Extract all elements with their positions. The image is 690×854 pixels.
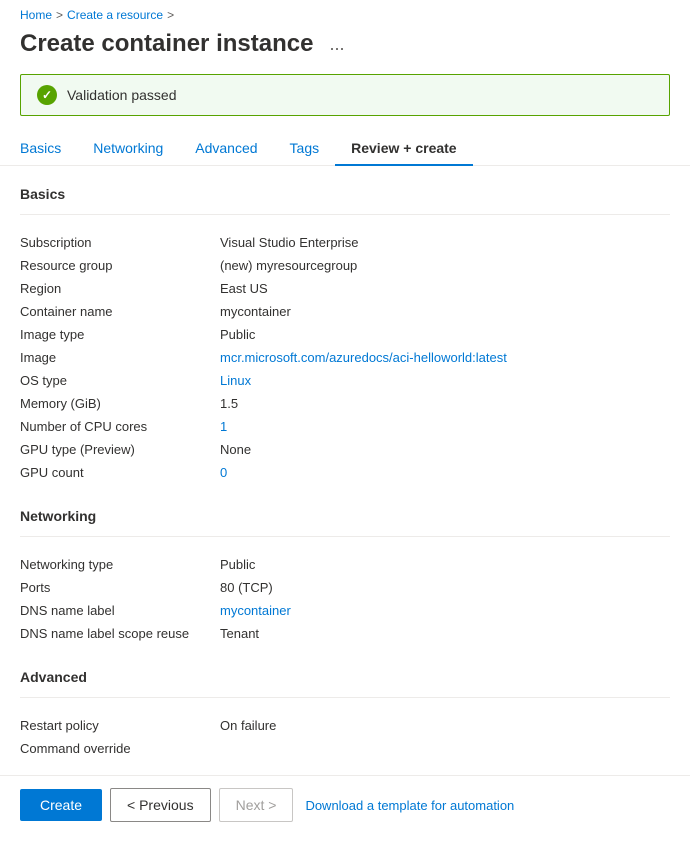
validation-text: Validation passed xyxy=(67,87,176,103)
field-gpu-count: GPU count 0 xyxy=(20,461,670,484)
field-image-label: Image xyxy=(20,350,220,365)
field-memory-label: Memory (GiB) xyxy=(20,396,220,411)
automation-link[interactable]: Download a template for automation xyxy=(305,798,514,813)
field-gpu-type-label: GPU type (Preview) xyxy=(20,442,220,457)
validation-icon xyxy=(37,85,57,105)
field-image-value[interactable]: mcr.microsoft.com/azuredocs/aci-hellowor… xyxy=(220,350,670,365)
page-title: Create container instance xyxy=(20,30,313,58)
field-subscription-value: Visual Studio Enterprise xyxy=(220,235,670,250)
field-dns-name-label-label: DNS name label xyxy=(20,603,220,618)
field-memory: Memory (GiB) 1.5 xyxy=(20,392,670,415)
field-region: Region East US xyxy=(20,277,670,300)
breadcrumb-separator-1: > xyxy=(56,8,63,22)
field-dns-name-label-value[interactable]: mycontainer xyxy=(220,603,670,618)
field-restart-policy-value: On failure xyxy=(220,718,670,733)
ellipsis-button[interactable]: ... xyxy=(323,32,350,57)
field-memory-value: 1.5 xyxy=(220,396,670,411)
field-subscription-label: Subscription xyxy=(20,235,220,250)
field-gpu-type: GPU type (Preview) None xyxy=(20,438,670,461)
field-region-value: East US xyxy=(220,281,670,296)
tab-advanced[interactable]: Advanced xyxy=(179,132,273,166)
field-os-type-label: OS type xyxy=(20,373,220,388)
field-region-label: Region xyxy=(20,281,220,296)
field-resource-group: Resource group (new) myresourcegroup xyxy=(20,254,670,277)
breadcrumb-create-resource[interactable]: Create a resource xyxy=(67,8,163,22)
field-container-name-label: Container name xyxy=(20,304,220,319)
breadcrumb: Home > Create a resource > xyxy=(0,0,690,26)
field-command-override: Command override xyxy=(20,737,670,760)
field-gpu-type-value: None xyxy=(220,442,670,457)
breadcrumb-separator-2: > xyxy=(167,8,174,22)
section-advanced-title: Advanced xyxy=(20,669,670,685)
section-basics-title: Basics xyxy=(20,186,670,202)
field-command-override-label: Command override xyxy=(20,741,220,756)
field-command-override-value xyxy=(220,741,670,756)
field-networking-type-value: Public xyxy=(220,557,670,572)
field-container-name-value: mycontainer xyxy=(220,304,670,319)
field-cpu-cores-value[interactable]: 1 xyxy=(220,419,670,434)
field-gpu-count-label: GPU count xyxy=(20,465,220,480)
field-os-type-value[interactable]: Linux xyxy=(220,373,670,388)
field-gpu-count-value[interactable]: 0 xyxy=(220,465,670,480)
field-resource-group-label: Resource group xyxy=(20,258,220,273)
field-subscription: Subscription Visual Studio Enterprise xyxy=(20,231,670,254)
create-button[interactable]: Create xyxy=(20,789,102,821)
footer: Create < Previous Next > Download a temp… xyxy=(0,775,690,834)
field-resource-group-value: (new) myresourcegroup xyxy=(220,258,670,273)
tab-basics[interactable]: Basics xyxy=(20,132,77,166)
breadcrumb-home[interactable]: Home xyxy=(20,8,52,22)
tab-networking[interactable]: Networking xyxy=(77,132,179,166)
field-image-type-label: Image type xyxy=(20,327,220,342)
tab-review-create[interactable]: Review + create xyxy=(335,132,472,166)
tabs-nav: Basics Networking Advanced Tags Review +… xyxy=(0,132,690,166)
field-image-type-value: Public xyxy=(220,327,670,342)
section-basics: Basics Subscription Visual Studio Enterp… xyxy=(20,186,670,484)
field-image-type: Image type Public xyxy=(20,323,670,346)
field-networking-type-label: Networking type xyxy=(20,557,220,572)
field-ports-value: 80 (TCP) xyxy=(220,580,670,595)
main-content: Basics Subscription Visual Studio Enterp… xyxy=(0,186,690,854)
field-ports: Ports 80 (TCP) xyxy=(20,576,670,599)
section-networking-title: Networking xyxy=(20,508,670,524)
field-container-name: Container name mycontainer xyxy=(20,300,670,323)
field-dns-scope-reuse-value: Tenant xyxy=(220,626,670,641)
field-cpu-cores: Number of CPU cores 1 xyxy=(20,415,670,438)
field-restart-policy-label: Restart policy xyxy=(20,718,220,733)
field-image: Image mcr.microsoft.com/azuredocs/aci-he… xyxy=(20,346,670,369)
field-restart-policy: Restart policy On failure xyxy=(20,714,670,737)
tab-tags[interactable]: Tags xyxy=(274,132,336,166)
section-advanced: Advanced Restart policy On failure Comma… xyxy=(20,669,670,760)
field-os-type: OS type Linux xyxy=(20,369,670,392)
section-networking: Networking Networking type Public Ports … xyxy=(20,508,670,645)
next-button[interactable]: Next > xyxy=(219,788,294,822)
field-dns-scope-reuse-label: DNS name label scope reuse xyxy=(20,626,220,641)
field-ports-label: Ports xyxy=(20,580,220,595)
field-networking-type: Networking type Public xyxy=(20,553,670,576)
field-cpu-cores-label: Number of CPU cores xyxy=(20,419,220,434)
validation-banner: Validation passed xyxy=(20,74,670,116)
field-dns-scope-reuse: DNS name label scope reuse Tenant xyxy=(20,622,670,645)
field-dns-name-label: DNS name label mycontainer xyxy=(20,599,670,622)
previous-button[interactable]: < Previous xyxy=(110,788,211,822)
